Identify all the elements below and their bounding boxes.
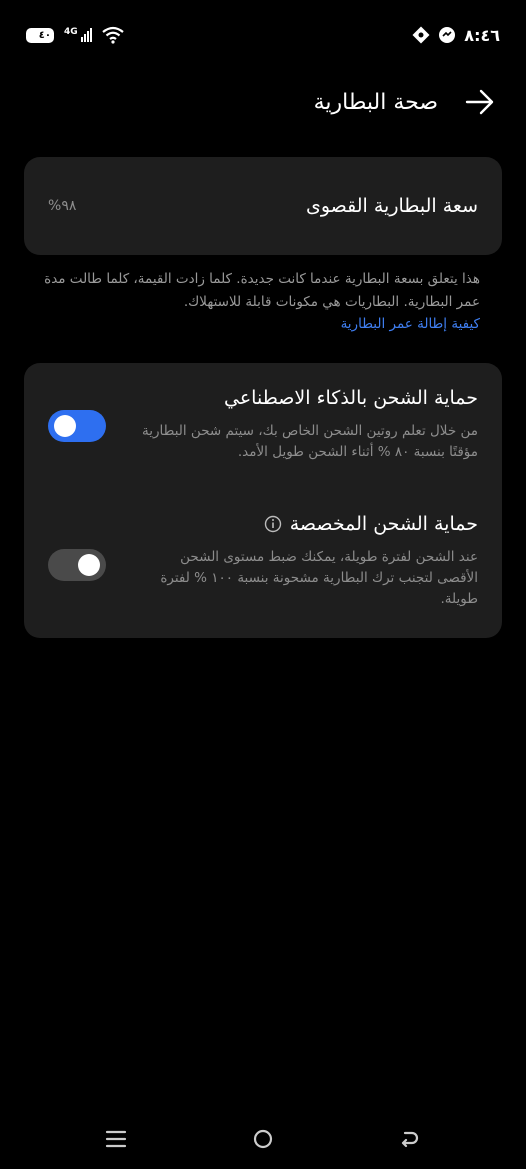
arrow-right-icon — [465, 89, 494, 115]
battery-level: ٤٠ — [38, 29, 51, 41]
wifi-icon — [101, 26, 124, 44]
status-right: ٨:٤٦ — [412, 26, 500, 45]
smart-protection-title-text: حماية الشحن بالذكاء الاصطناعي — [224, 387, 478, 409]
page-title: صحة البطارية — [313, 89, 438, 115]
max-capacity-value: %٩٨ — [48, 198, 77, 214]
status-bar: ٤٠ 4G ٨:٤٦ — [0, 0, 526, 70]
info-circle-icon[interactable] — [264, 515, 282, 533]
smart-protection-description: من خلال تعلم روتين الشحن الخاص بك، سيتم … — [142, 423, 478, 460]
battery-indicator: ٤٠ — [26, 27, 54, 43]
network-type: 4G — [64, 27, 78, 37]
cell-signal-icon: 4G — [64, 28, 92, 42]
back-button[interactable] — [462, 84, 498, 120]
custom-protection-title-text: حماية الشحن المخصصة — [289, 513, 478, 535]
messenger-icon — [439, 27, 456, 43]
system-nav-bar — [0, 1109, 526, 1169]
capacity-info-text: هذا يتعلق بسعة البطارية عندما كانت جديدة… — [44, 271, 480, 310]
clock: ٨:٤٦ — [464, 25, 500, 45]
custom-protection-title: حماية الشحن المخصصة — [264, 513, 478, 535]
home-button[interactable] — [243, 1119, 283, 1159]
smart-protection-row[interactable]: حماية الشحن بالذكاء الاصطناعي من خلال تع… — [24, 363, 502, 493]
toggle-knob — [78, 554, 100, 576]
home-circle-icon — [253, 1129, 273, 1149]
page-header: صحة البطارية — [0, 80, 526, 124]
menu-icon — [105, 1130, 127, 1148]
custom-protection-description: عند الشحن لفترة طويلة، يمكنك ضبط مستوى ا… — [160, 549, 478, 607]
app-notification-icon — [412, 26, 430, 44]
toggle-knob — [54, 415, 76, 437]
status-left: ٤٠ 4G — [26, 26, 124, 44]
extend-battery-life-link[interactable]: كيفية إطالة عمر البطارية — [341, 316, 480, 332]
max-capacity-card: %٩٨ سعة البطارية القصوى — [24, 157, 502, 255]
smart-protection-title: حماية الشحن بالذكاء الاصطناعي — [224, 387, 478, 409]
custom-protection-row[interactable]: حماية الشحن المخصصة عند الشحن لفترة طويل… — [24, 493, 502, 638]
charging-protection-card: حماية الشحن بالذكاء الاصطناعي من خلال تع… — [24, 363, 502, 638]
back-nav-button[interactable] — [390, 1119, 430, 1159]
custom-protection-toggle[interactable] — [48, 549, 106, 581]
smart-protection-toggle[interactable] — [48, 410, 106, 442]
back-nav-icon — [401, 1131, 419, 1148]
max-capacity-label: سعة البطارية القصوى — [305, 195, 478, 217]
recent-apps-button[interactable] — [96, 1119, 136, 1159]
